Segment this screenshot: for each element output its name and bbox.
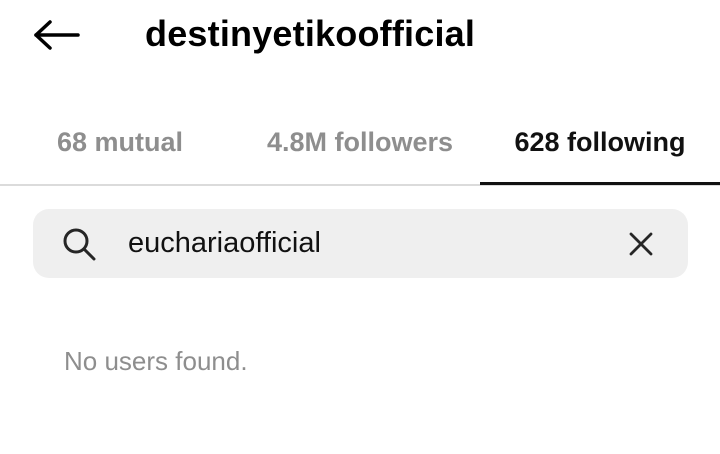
- no-results-message: No users found.: [64, 346, 248, 376]
- search-icon: [63, 228, 96, 261]
- active-tab-indicator: [480, 182, 720, 185]
- arrow-left-icon: [34, 20, 80, 50]
- search-input[interactable]: [128, 209, 608, 278]
- tab-mutual[interactable]: 68 mutual: [0, 100, 240, 184]
- top-bar: destinyetikoofficial: [0, 0, 720, 72]
- close-icon[interactable]: [623, 226, 659, 262]
- search-bar[interactable]: [33, 209, 688, 278]
- page-title: destinyetikoofficial: [145, 13, 476, 54]
- tab-bar: 68 mutual 4.8M followers 628 following: [0, 100, 720, 186]
- tab-following[interactable]: 628 following: [480, 100, 720, 184]
- tab-followers[interactable]: 4.8M followers: [240, 100, 480, 184]
- back-button[interactable]: [28, 10, 84, 60]
